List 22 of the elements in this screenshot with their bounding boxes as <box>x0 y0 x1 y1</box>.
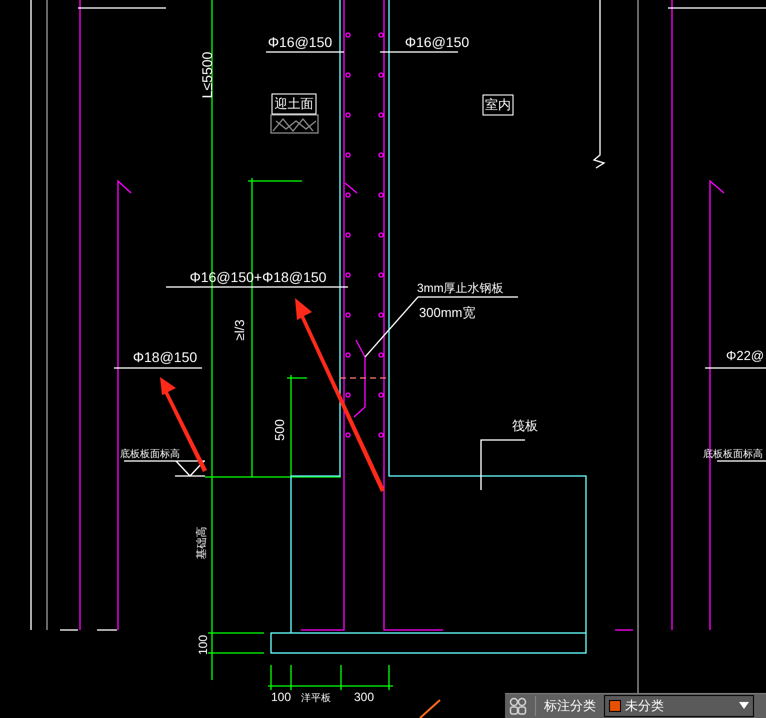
drawing-annotation: L≤5500 <box>199 52 215 98</box>
toolbar-label: 标注分类 <box>544 697 596 716</box>
area-tag: 迎土面 <box>272 94 316 114</box>
drawing-annotation: 100 <box>196 634 210 656</box>
drawing-annotation: Φ18@150 <box>132 349 198 365</box>
drawing-annotation: 底板板面标高 <box>120 449 180 460</box>
drawing-annotation: 基础高 <box>196 526 208 560</box>
drawing-annotation: Φ16@150 <box>268 34 332 50</box>
area-tag: 室内 <box>482 94 514 116</box>
caret-icon <box>739 702 749 710</box>
drawing-annotation: 筏板 <box>512 418 538 433</box>
grid-icon[interactable] <box>509 697 527 715</box>
drawing-annotation: 500 <box>272 419 287 441</box>
drawing-annotation: 300 <box>354 690 374 704</box>
category-dropdown[interactable]: 未分类 <box>604 695 754 717</box>
drawing-annotation: 3mm厚止水钢板 <box>417 281 504 295</box>
drawing-annotation: Φ16@150 <box>404 34 470 50</box>
drawing-annotation: Φ22@ <box>726 348 764 363</box>
drawing-annotation: 洋平板 <box>301 693 331 704</box>
drawing-annotation: 100 <box>270 690 292 704</box>
drawing-annotation: ≥l/3 <box>232 320 247 340</box>
drawing-annotation: 300mm宽 <box>419 305 476 320</box>
